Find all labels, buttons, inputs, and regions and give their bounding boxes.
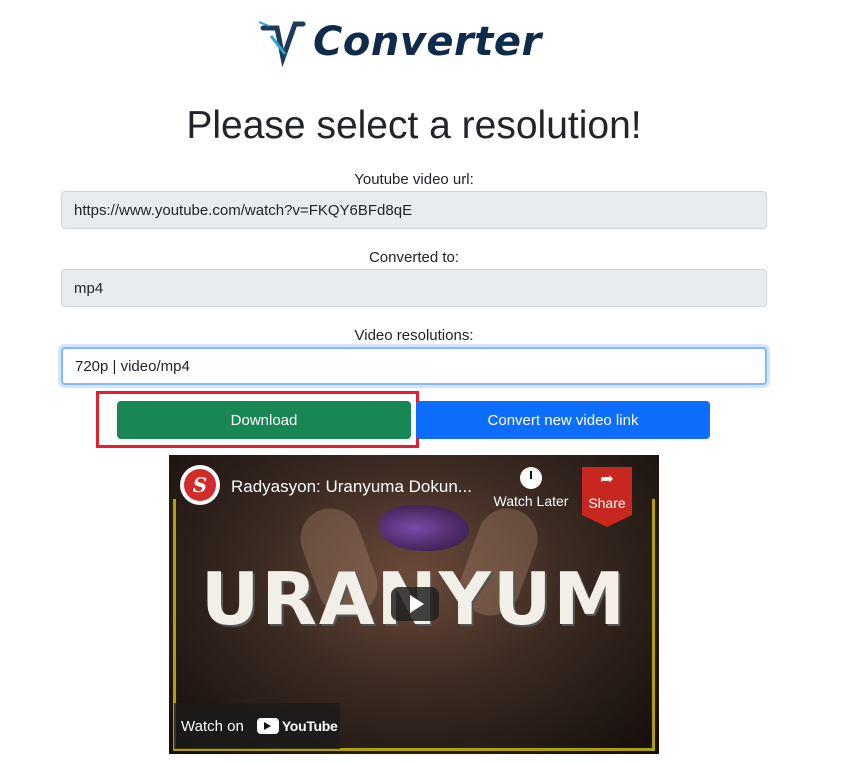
play-button[interactable] <box>391 587 439 621</box>
share-label: Share <box>588 495 626 511</box>
url-value: https://www.youtube.com/watch?v=FKQY6BFd… <box>74 201 413 219</box>
converter-logo: Converter <box>255 14 555 70</box>
watch-on-label: Watch on <box>181 717 244 735</box>
logo-text: Converter <box>313 19 542 65</box>
download-button[interactable]: Download <box>117 401 411 439</box>
resolution-value: 720p | video/mp4 <box>75 357 190 375</box>
youtube-label: YouTube <box>281 718 338 734</box>
youtube-logo-icon: YouTube <box>254 718 338 734</box>
video-player[interactable]: URANYUM S Radyasyon: Uranyuma Dokun... W… <box>169 455 659 754</box>
page-title: Please select a resolution! <box>186 104 642 147</box>
converted-label: Converted to: <box>368 249 460 266</box>
watch-later-button[interactable]: Watch Later <box>491 467 571 509</box>
resolution-label: Video resolutions: <box>354 327 474 344</box>
url-field[interactable]: https://www.youtube.com/watch?v=FKQY6BFd… <box>61 191 767 229</box>
resolution-select[interactable]: 720p | video/mp4 <box>61 347 767 385</box>
share-arrow-icon: ➦ <box>600 471 614 488</box>
video-title[interactable]: Radyasyon: Uranyuma Dokun... <box>231 477 472 497</box>
url-label: Youtube video url: <box>354 171 474 188</box>
watch-later-label: Watch Later <box>493 493 569 509</box>
logo-icon <box>258 21 306 68</box>
clock-icon <box>520 467 542 489</box>
play-icon <box>409 595 424 613</box>
convert-new-button[interactable]: Convert new video link <box>416 401 710 439</box>
converted-value: mp4 <box>74 279 104 297</box>
watch-on-youtube[interactable]: Watch on YouTube <box>174 703 340 749</box>
channel-initial: S <box>184 469 216 501</box>
channel-avatar[interactable]: S <box>180 465 220 505</box>
converted-field[interactable]: mp4 <box>61 269 767 307</box>
